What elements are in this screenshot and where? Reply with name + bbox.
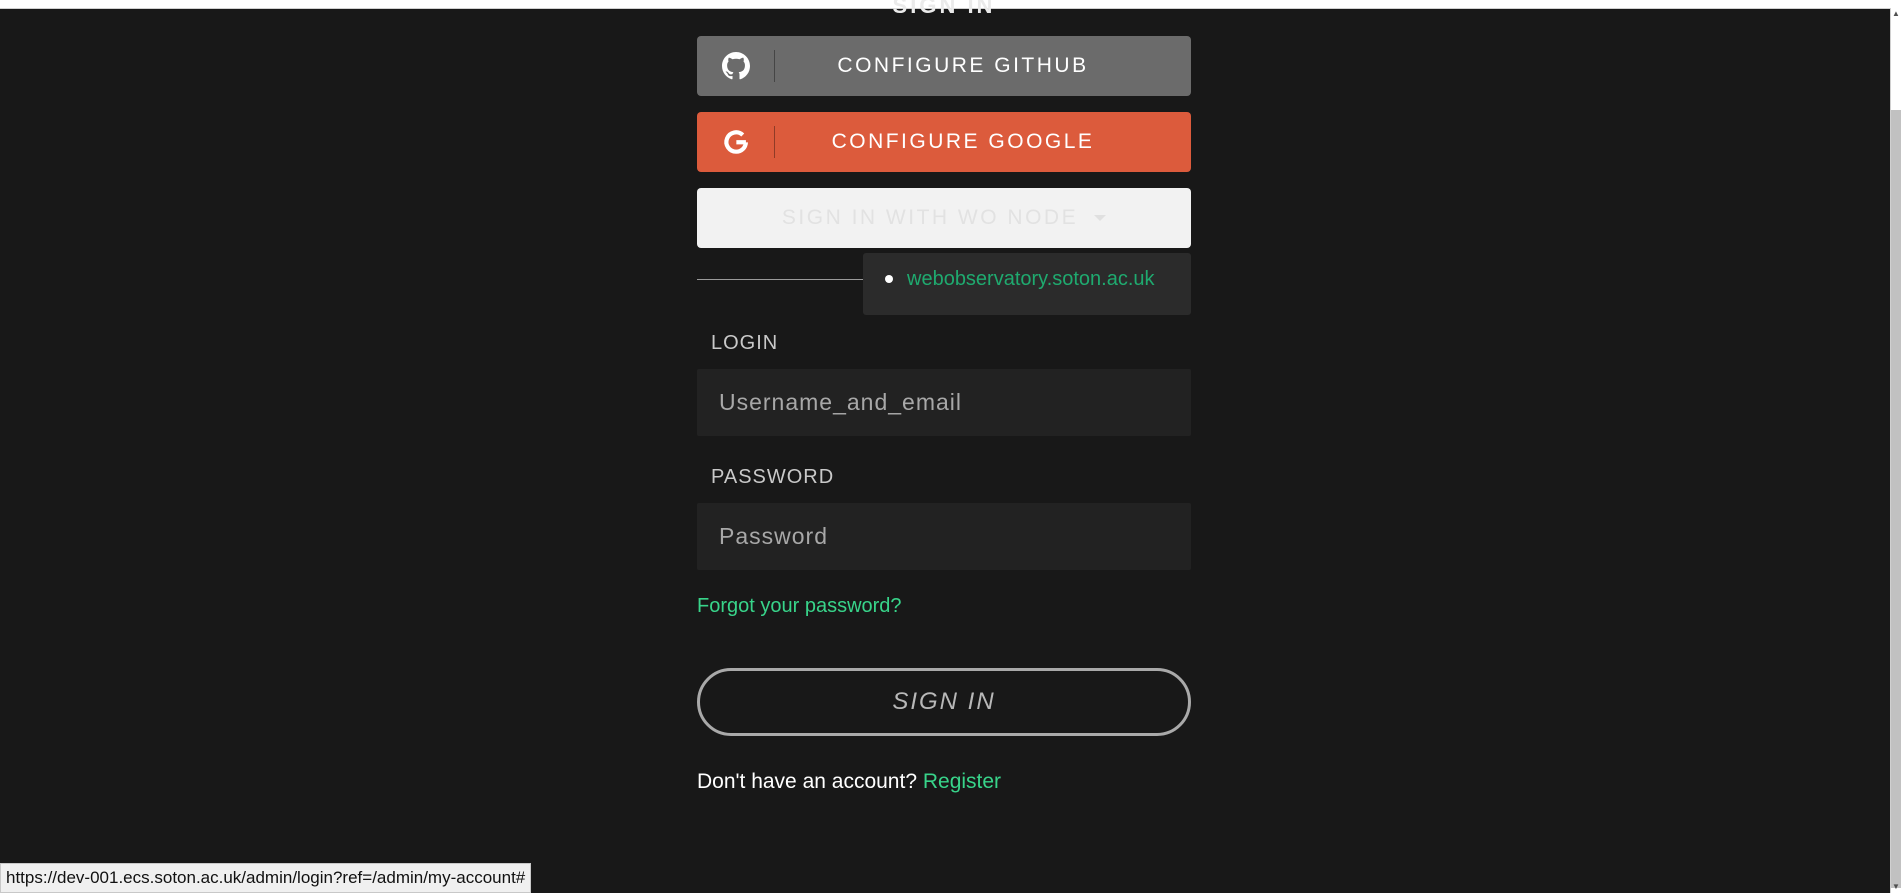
configure-github-button[interactable]: CONFIGURE GITHUB — [697, 36, 1191, 96]
login-label: LOGIN — [711, 332, 779, 354]
google-icon — [697, 126, 775, 158]
wo-node-dropdown: webobservatory.soton.ac.uk — [863, 253, 1191, 315]
password-label: PASSWORD — [711, 466, 835, 488]
configure-google-label: CONFIGURE GOOGLE — [831, 130, 1095, 153]
page-title: SIGN IN — [697, 0, 1191, 20]
caret-down-icon — [1094, 215, 1107, 222]
page-title-text: SIGN IN — [892, 0, 996, 18]
sign-in-with-wo-node-label: SIGN IN WITH WO NODE — [697, 206, 1191, 230]
sign-in-button[interactable]: SIGN IN — [697, 668, 1191, 736]
scroll-up-icon[interactable]: ▲ — [1892, 10, 1900, 18]
configure-google-button[interactable]: CONFIGURE GOOGLE — [697, 112, 1191, 172]
browser-status-bar: https://dev-001.ecs.soton.ac.uk/admin/lo… — [0, 863, 532, 893]
github-icon — [697, 50, 775, 82]
username-input[interactable] — [697, 369, 1191, 436]
password-input[interactable] — [697, 503, 1191, 570]
page-scrollbar[interactable]: ▲ ▼ — [1890, 8, 1901, 893]
forgot-password-link[interactable]: Forgot your password? — [697, 595, 902, 618]
sign-in-with-wo-node-button[interactable]: SIGN IN WITH WO NODE — [697, 188, 1191, 248]
scroll-thumb[interactable] — [1891, 110, 1901, 888]
wo-node-label-text: SIGN IN WITH WO NODE — [781, 206, 1079, 229]
configure-github-label: CONFIGURE GITHUB — [837, 54, 1089, 77]
register-prompt-text: Don't have an account? — [697, 770, 917, 793]
status-url: https://dev-001.ecs.soton.ac.uk/admin/lo… — [6, 868, 526, 887]
register-link[interactable]: Register — [923, 770, 1001, 793]
register-prompt: Don't have an account? Register — [697, 770, 1001, 794]
sign-in-button-label: SIGN IN — [892, 688, 996, 715]
wo-node-options: webobservatory.soton.ac.uk — [863, 266, 1191, 292]
wo-node-option[interactable]: webobservatory.soton.ac.uk — [885, 266, 1191, 292]
scroll-down-icon[interactable]: ▼ — [1892, 883, 1900, 891]
